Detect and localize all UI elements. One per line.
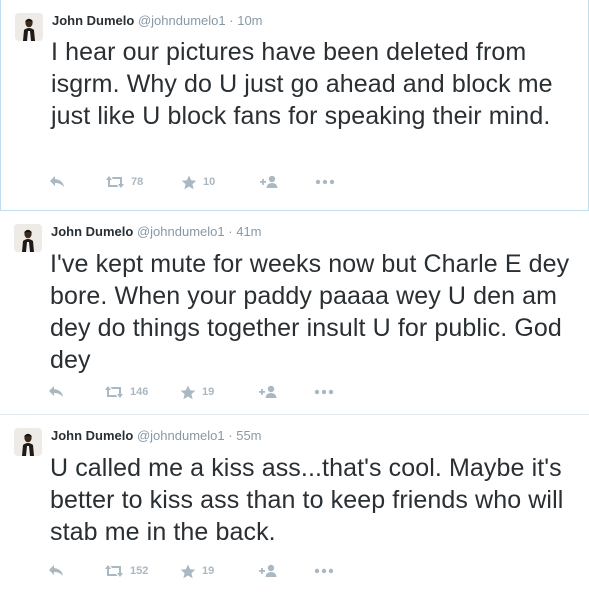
favorite-button[interactable]: 10 (181, 172, 215, 192)
avatar[interactable] (15, 13, 43, 41)
follow-icon (259, 564, 277, 577)
more-button[interactable] (314, 382, 334, 402)
more-icon (315, 179, 335, 185)
avatar[interactable] (14, 428, 42, 456)
retweet-icon (106, 176, 124, 188)
more-button[interactable] (315, 172, 335, 192)
avatar[interactable] (14, 224, 42, 252)
favorite-count: 10 (203, 176, 216, 188)
tweet-text: I've kept mute for weeks now but Charle … (50, 250, 570, 374)
follow-button[interactable] (258, 382, 278, 402)
retweet-count: 146 (130, 386, 149, 398)
retweet-count: 152 (130, 565, 149, 577)
reply-button[interactable] (49, 172, 65, 192)
more-icon (314, 568, 334, 574)
retweet-icon (105, 386, 123, 398)
reply-icon (50, 176, 64, 187)
retweet-count: 78 (131, 176, 144, 188)
reply-button[interactable] (48, 382, 64, 402)
username[interactable]: @johndumelo1 (137, 428, 225, 443)
retweet-button[interactable]: 146 (104, 382, 148, 402)
more-button[interactable] (314, 561, 334, 581)
tweet-text: I hear our pictures have been deleted fr… (51, 38, 553, 130)
retweet-icon (105, 565, 123, 577)
tweet[interactable]: John Dumelo @johndumelo1 · 10m I hear ou… (0, 0, 589, 211)
retweet-button[interactable]: 152 (104, 561, 148, 581)
follow-button[interactable] (259, 172, 279, 192)
display-name[interactable]: John Dumelo (52, 13, 134, 28)
timestamp[interactable]: 55m (236, 428, 261, 443)
favorite-count: 19 (202, 565, 215, 577)
star-icon (181, 175, 197, 189)
display-name[interactable]: John Dumelo (51, 224, 133, 239)
tweet[interactable]: John Dumelo @johndumelo1 · 55m U called … (0, 415, 589, 603)
timestamp[interactable]: 10m (237, 13, 262, 28)
reply-icon (49, 565, 63, 576)
favorite-count: 19 (202, 386, 215, 398)
reply-button[interactable] (48, 561, 64, 581)
tweet-text: U called me a kiss ass...that's cool. Ma… (50, 454, 564, 546)
tweet-header: John Dumelo @johndumelo1 · 55m (51, 428, 262, 444)
follow-button[interactable] (258, 561, 278, 581)
timestamp[interactable]: 41m (236, 224, 261, 239)
username[interactable]: @johndumelo1 (137, 224, 225, 239)
reply-icon (49, 386, 63, 397)
follow-icon (259, 385, 277, 398)
separator-dot: · (228, 224, 233, 239)
separator-dot: · (229, 13, 234, 28)
retweet-button[interactable]: 78 (105, 172, 143, 192)
tweet-timeline: John Dumelo @johndumelo1 · 10m I hear ou… (0, 0, 589, 603)
follow-icon (260, 175, 278, 188)
tweet-header: John Dumelo @johndumelo1 · 10m (52, 13, 263, 29)
tweet[interactable]: John Dumelo @johndumelo1 · 41m I've kept… (0, 211, 589, 415)
tweet-header: John Dumelo @johndumelo1 · 41m (51, 224, 262, 240)
star-icon (180, 564, 196, 578)
username[interactable]: @johndumelo1 (138, 13, 226, 28)
star-icon (180, 385, 196, 399)
favorite-button[interactable]: 19 (180, 382, 214, 402)
display-name[interactable]: John Dumelo (51, 428, 133, 443)
favorite-button[interactable]: 19 (180, 561, 214, 581)
more-icon (314, 389, 334, 395)
separator-dot: · (228, 428, 233, 443)
